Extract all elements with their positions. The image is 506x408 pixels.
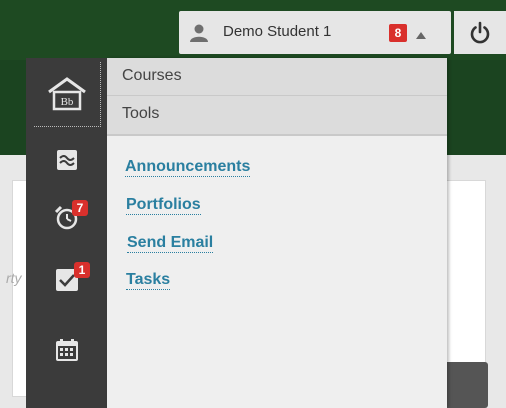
tool-link-tasks[interactable]: Tasks	[126, 271, 171, 290]
user-icon	[189, 23, 209, 43]
nav-home[interactable]: Bb	[34, 62, 101, 127]
logout-button[interactable]	[454, 11, 506, 54]
nav-calendar[interactable]	[34, 324, 100, 376]
global-nav-panel: Courses Tools Announcements Portfolios S…	[107, 58, 447, 408]
calendar-icon	[56, 339, 78, 361]
stream-icon	[57, 150, 77, 170]
tool-link-send-email[interactable]: Send Email	[127, 234, 214, 253]
home-icon: Bb	[48, 77, 86, 111]
user-name: Demo Student 1	[223, 23, 332, 40]
power-icon	[470, 21, 490, 44]
nav-due-dates[interactable]: 7	[34, 192, 100, 244]
user-menu-button[interactable]: Demo Student 1 8	[179, 11, 451, 54]
tasks-badge: 1	[74, 262, 90, 278]
tool-link-portfolios[interactable]: Portfolios	[126, 196, 201, 215]
nav-stream[interactable]	[34, 134, 100, 186]
notification-badge[interactable]: 8	[389, 24, 407, 42]
partial-background-text: rty	[6, 270, 22, 286]
nav-rail: Bb 7 1	[26, 58, 107, 408]
svg-text:Bb: Bb	[61, 96, 74, 108]
tools-header[interactable]: Tools	[107, 96, 447, 136]
due-dates-badge: 7	[72, 200, 88, 216]
caret-up-icon	[415, 27, 427, 39]
courses-header[interactable]: Courses	[107, 58, 447, 96]
nav-tasks[interactable]: 1	[34, 254, 100, 306]
tool-link-announcements[interactable]: Announcements	[125, 158, 251, 177]
